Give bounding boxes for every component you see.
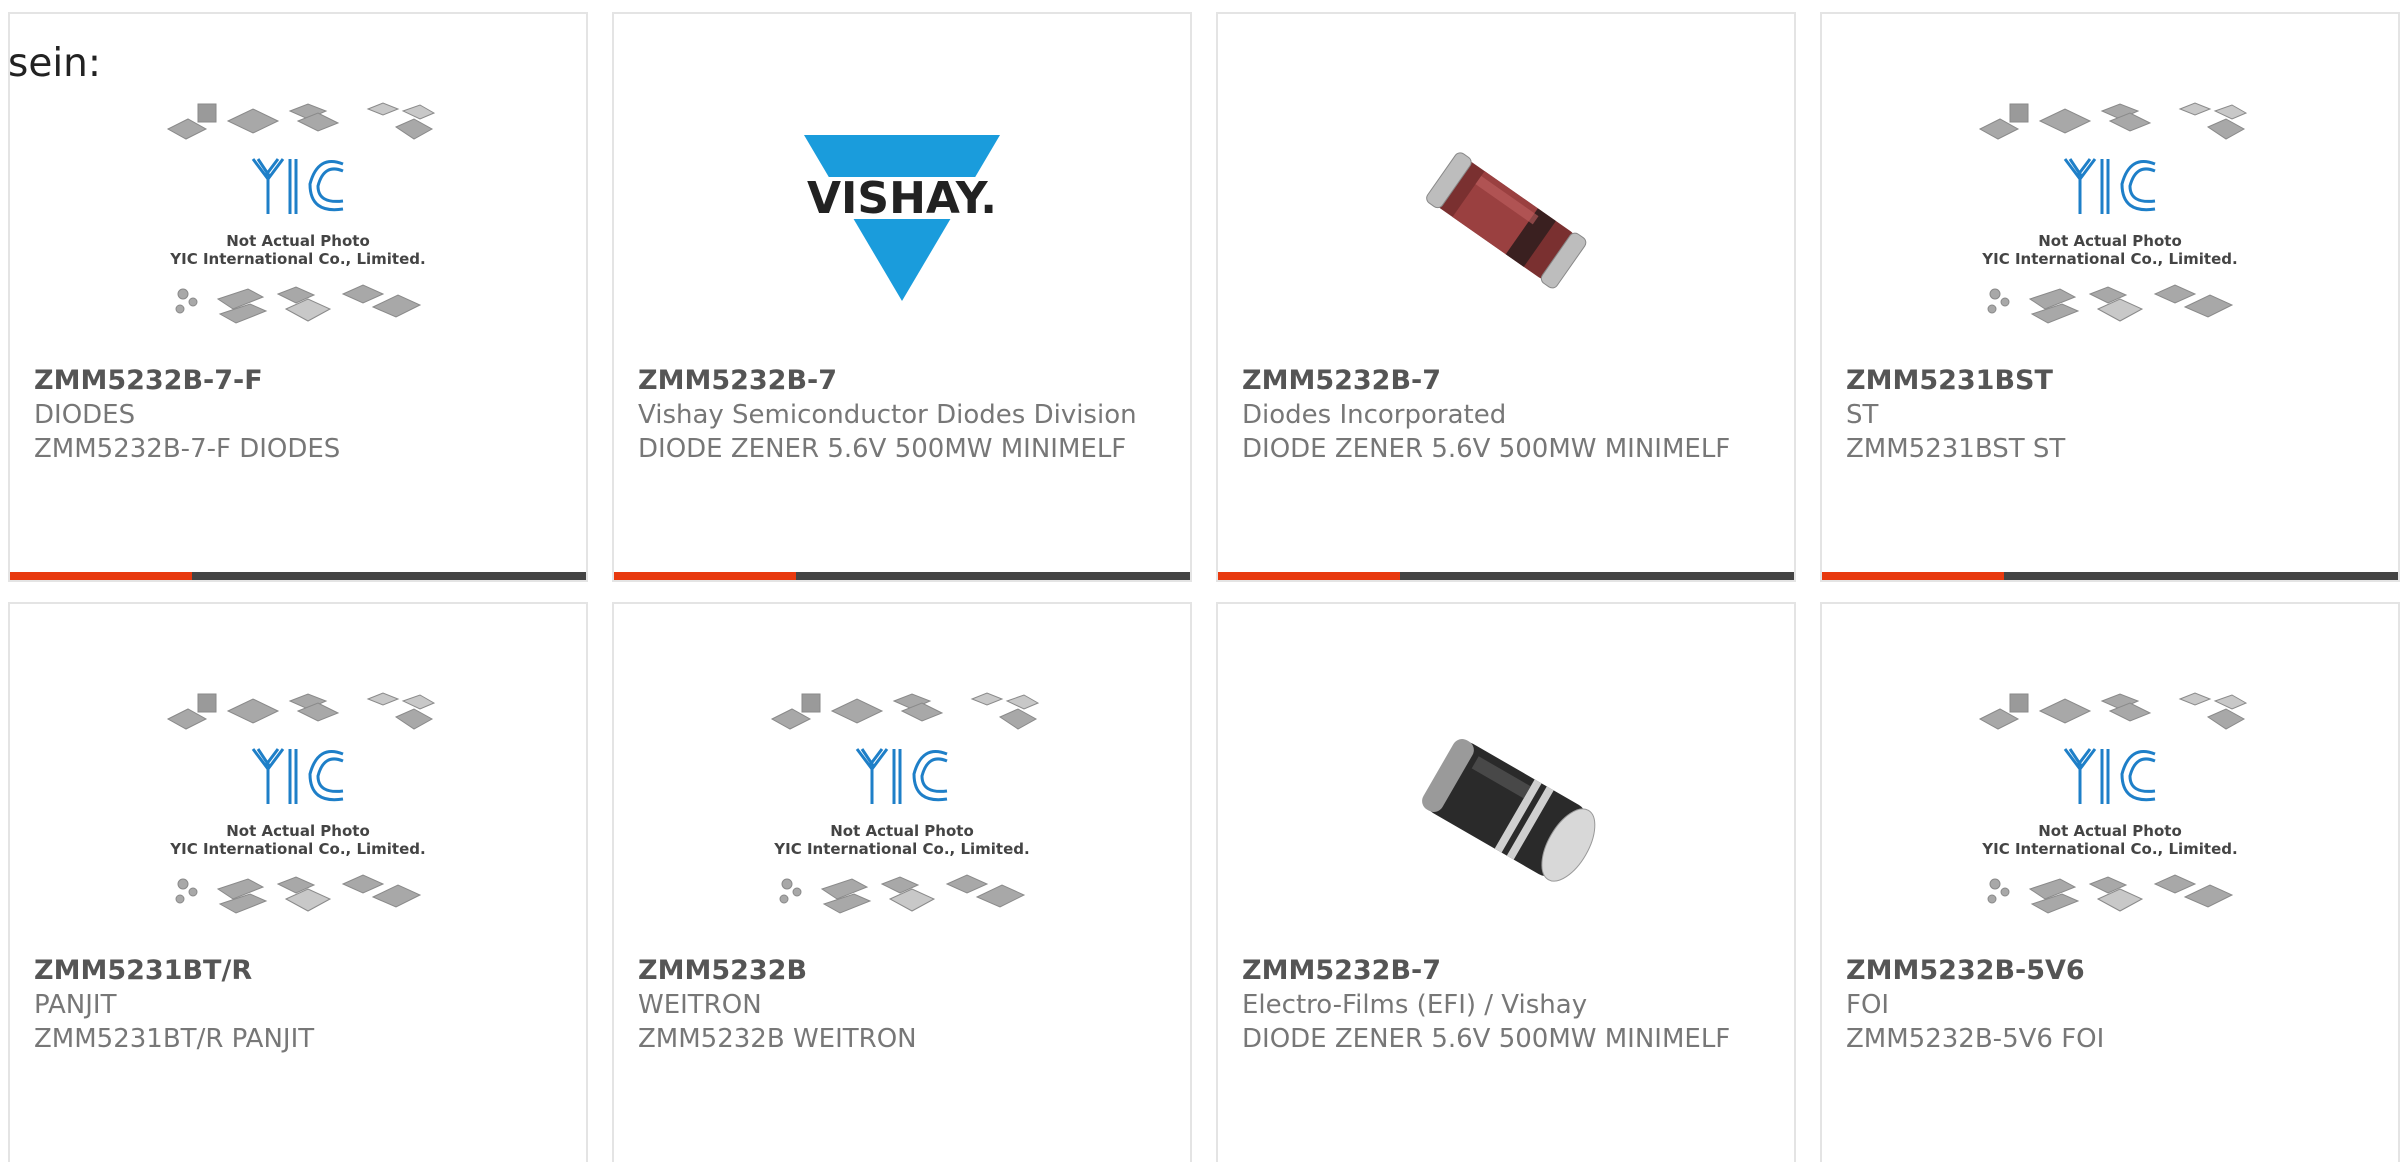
product-card[interactable]: Not Actual Photo YIC International Co., …: [8, 12, 588, 582]
product-card[interactable]: Not Actual Photo YIC International Co., …: [1820, 12, 2400, 582]
product-part-number[interactable]: ZMM5231BT/R: [34, 954, 566, 988]
product-image[interactable]: [1218, 674, 1794, 944]
vishay-logo-text: VISHAY.: [807, 173, 997, 224]
card-bottom-bar: [614, 572, 1190, 580]
card-bottom-bar-accent: [614, 572, 796, 580]
product-description: ZMM5232B WEITRON: [638, 1024, 917, 1054]
card-bottom-bar-accent: [1218, 572, 1400, 580]
product-description: ZMM5231BT/R PANJIT: [34, 1024, 315, 1054]
product-part-number[interactable]: ZMM5231BST: [1846, 364, 2378, 398]
product-part-number[interactable]: ZMM5232B-7: [1242, 954, 1774, 988]
product-image[interactable]: Not Actual Photo YIC International Co., …: [614, 674, 1190, 944]
product-image[interactable]: Not Actual Photo YIC International Co., …: [1822, 674, 2398, 944]
product-card[interactable]: Not Actual Photo YIC International Co., …: [1820, 602, 2400, 1162]
yic-line1: Not Actual Photo: [2038, 232, 2182, 250]
yic-line2: YIC International Co., Limited.: [169, 250, 425, 268]
yic-line1: Not Actual Photo: [830, 822, 974, 840]
card-bottom-bar: [1218, 572, 1794, 580]
product-info: ZMM5232B-7 Vishay Semiconductor Diodes Di…: [638, 364, 1170, 466]
product-manufacturer: DIODES: [34, 400, 136, 430]
yic-placeholder-image: Not Actual Photo YIC International Co., …: [166, 692, 436, 914]
product-manufacturer: ST: [1846, 400, 1879, 430]
product-info: ZMM5231BST ST ZMM5231BST ST: [1846, 364, 2378, 466]
product-part-number[interactable]: ZMM5232B-5V6: [1846, 954, 2378, 988]
vishay-logo-image: VISHAY.: [792, 135, 1012, 301]
product-info: ZMM5232B-7 Diodes Incorporated DIODE ZENER…: [1242, 364, 1774, 466]
yic-line1: Not Actual Photo: [226, 822, 370, 840]
product-card[interactable]: Not Actual Photo YIC International Co., …: [8, 602, 588, 1162]
yic-line2: YIC International Co., Limited.: [1981, 250, 2237, 268]
product-info: ZMM5232B-7 Electro-Films (EFI) / Vishay DI…: [1242, 954, 1774, 1056]
product-image[interactable]: Not Actual Photo YIC International Co., …: [1822, 84, 2398, 354]
product-image[interactable]: Not Actual Photo YIC International Co., …: [10, 84, 586, 354]
product-description: ZMM5232B-7-F DIODES: [34, 434, 341, 464]
product-manufacturer: Diodes Incorporated: [1242, 400, 1507, 430]
yic-line2: YIC International Co., Limited.: [1981, 840, 2237, 858]
card-bottom-bar: [10, 572, 586, 580]
yic-line1: Not Actual Photo: [226, 232, 370, 250]
product-description: DIODE ZENER 5.6V 500MW MINIMELF: [1242, 434, 1731, 464]
product-grid-page: sein: Not Actual Photo YIC International…: [0, 0, 2400, 1162]
product-description: ZMM5232B-5V6 FOI: [1846, 1024, 2105, 1054]
intro-text: sein:: [8, 41, 102, 86]
product-image[interactable]: VISHAY.: [614, 84, 1190, 354]
card-bottom-bar-accent: [1822, 572, 2004, 580]
product-card[interactable]: Not Actual Photo YIC International Co., …: [612, 602, 1192, 1162]
product-description: ZMM5231BST ST: [1846, 434, 2066, 464]
yic-placeholder-image: Not Actual Photo YIC International Co., …: [166, 102, 436, 324]
yic-line1: Not Actual Photo: [2038, 822, 2182, 840]
product-image[interactable]: Not Actual Photo YIC International Co., …: [10, 674, 586, 944]
product-part-number[interactable]: ZMM5232B-7: [638, 364, 1170, 398]
product-description: DIODE ZENER 5.6V 500MW MINIMELF: [638, 434, 1127, 464]
product-card[interactable]: ZMM5232B-7 Electro-Films (EFI) / Vishay DI…: [1216, 602, 1796, 1162]
product-image[interactable]: [1218, 84, 1794, 354]
yic-line2: YIC International Co., Limited.: [773, 840, 1029, 858]
product-card[interactable]: VISHAY. ZMM5232B-7 Vishay Semiconductor D…: [612, 12, 1192, 582]
yic-placeholder-image: Not Actual Photo YIC International Co., …: [1978, 102, 2248, 324]
product-card[interactable]: ZMM5232B-7 Diodes Incorporated DIODE ZENER…: [1216, 12, 1796, 582]
product-manufacturer: FOI: [1846, 990, 1890, 1020]
product-description: DIODE ZENER 5.6V 500MW MINIMELF: [1242, 1024, 1731, 1054]
card-bottom-bar-accent: [10, 572, 192, 580]
black-minimelf-image: [1422, 739, 1596, 882]
card-bottom-bar: [1822, 572, 2398, 580]
product-part-number[interactable]: ZMM5232B: [638, 954, 1170, 988]
product-part-number[interactable]: ZMM5232B-7-F: [34, 364, 566, 398]
product-info: ZMM5232B-7-F DIODES ZMM5232B-7-F DIODES: [34, 364, 566, 466]
product-manufacturer: Electro-Films (EFI) / Vishay: [1242, 990, 1588, 1020]
yic-placeholder-image: Not Actual Photo YIC International Co., …: [770, 692, 1040, 914]
product-info: ZMM5231BT/R PANJIT ZMM5231BT/R PANJIT: [34, 954, 566, 1056]
product-part-number[interactable]: ZMM5232B-7: [1242, 364, 1774, 398]
product-manufacturer: WEITRON: [638, 990, 762, 1020]
product-manufacturer: Vishay Semiconductor Diodes Division: [638, 400, 1137, 430]
product-info: ZMM5232B WEITRON ZMM5232B WEITRON: [638, 954, 1170, 1056]
product-manufacturer: PANJIT: [34, 990, 117, 1020]
yic-placeholder-image: Not Actual Photo YIC International Co., …: [1978, 692, 2248, 914]
red-minimelf-image: [1426, 152, 1587, 289]
product-info: ZMM5232B-5V6 FOI ZMM5232B-5V6 FOI: [1846, 954, 2378, 1056]
yic-line2: YIC International Co., Limited.: [169, 840, 425, 858]
